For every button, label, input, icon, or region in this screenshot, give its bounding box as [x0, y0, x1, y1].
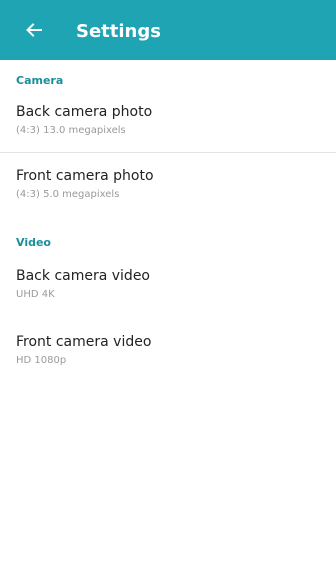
- back-camera-photo-setting[interactable]: Back camera photo (4:3) 13.0 megapixels: [0, 104, 336, 154]
- settings-screen: Settings Camera Back camera photo (4:3) …: [0, 0, 336, 573]
- section-header-camera: Camera: [16, 74, 64, 87]
- setting-summary: UHD 4K: [16, 289, 55, 300]
- page-title: Settings: [76, 21, 161, 42]
- setting-summary: (4:3) 5.0 megapixels: [16, 189, 120, 200]
- setting-title: Front camera photo: [16, 168, 154, 184]
- setting-summary: HD 1080p: [16, 355, 67, 366]
- front-camera-photo-setting[interactable]: Front camera photo (4:3) 5.0 megapixels: [0, 168, 336, 218]
- back-button[interactable]: [22, 18, 46, 42]
- back-camera-video-setting[interactable]: Back camera video UHD 4K: [0, 268, 336, 318]
- setting-title: Front camera video: [16, 334, 152, 350]
- setting-title: Back camera video: [16, 268, 150, 284]
- section-header-video: Video: [16, 236, 51, 249]
- front-camera-video-setting[interactable]: Front camera video HD 1080p: [0, 334, 336, 384]
- divider: [0, 152, 336, 153]
- app-bar: Settings: [0, 0, 336, 60]
- arrow-left-icon: [22, 18, 46, 42]
- setting-summary: (4:3) 13.0 megapixels: [16, 125, 126, 136]
- setting-title: Back camera photo: [16, 104, 153, 120]
